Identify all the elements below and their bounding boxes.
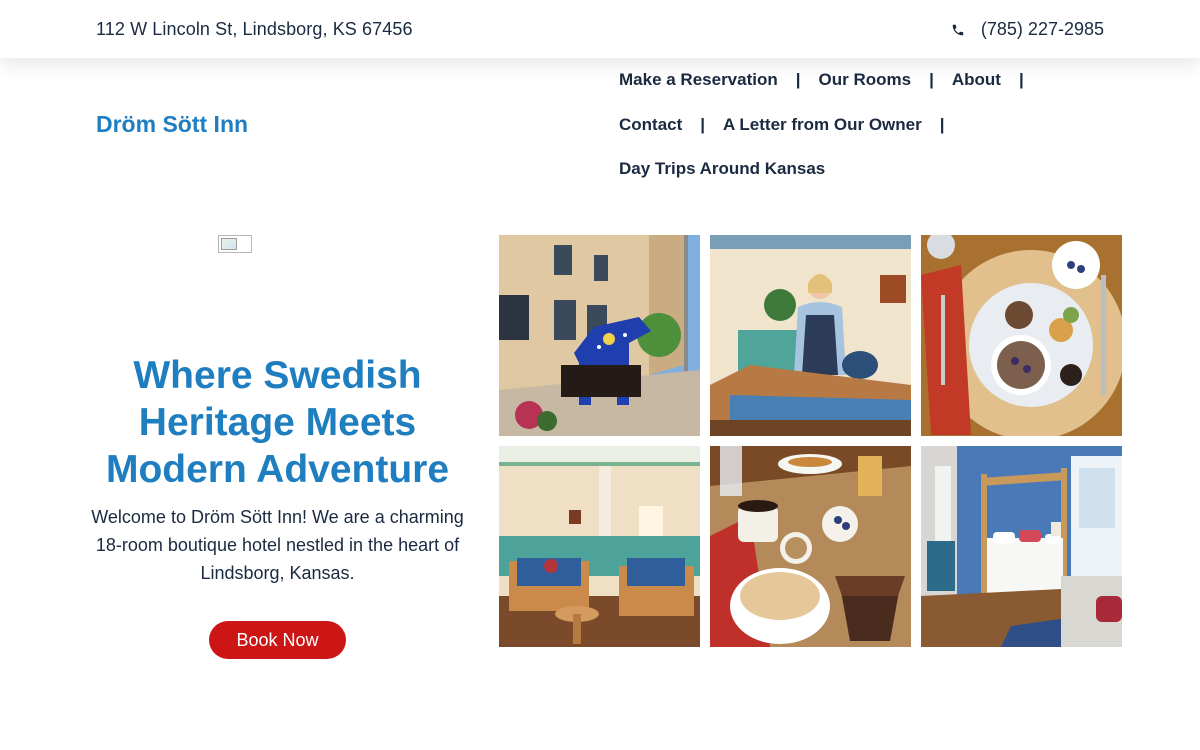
nav-contact[interactable]: Contact: [619, 115, 682, 135]
phone-link[interactable]: (785) 227-2985: [951, 19, 1104, 40]
gallery-photo-lobby[interactable]: [499, 446, 700, 647]
gallery-photo-exterior[interactable]: [499, 235, 700, 436]
nav-make-reservation[interactable]: Make a Reservation: [619, 70, 778, 90]
hero-title: Where Swedish Heritage Meets Modern Adve…: [105, 354, 450, 491]
nav-letter-from-owner[interactable]: A Letter from Our Owner: [723, 115, 922, 135]
address-text: 112 W Lincoln St, Lindsborg, KS 67456: [96, 19, 413, 39]
phone-number: (785) 227-2985: [980, 19, 1104, 39]
gallery-photo-guest-room[interactable]: [921, 446, 1122, 647]
top-contact-bar: 112 W Lincoln St, Lindsborg, KS 67456 (7…: [0, 0, 1200, 58]
nav-separator: |: [795, 70, 801, 89]
nav-day-trips[interactable]: Day Trips Around Kansas: [619, 159, 825, 179]
nav-separator: |: [939, 115, 945, 134]
gallery-photo-breakfast-table[interactable]: [710, 446, 911, 647]
site-logo-link[interactable]: Dröm Sött Inn: [96, 111, 248, 138]
nav-about[interactable]: About: [952, 70, 1001, 90]
phone-icon: [952, 24, 964, 35]
site-header: Dröm Sött Inn Make a Reservation | Our R…: [0, 58, 1200, 200]
nav-row: Day Trips Around Kansas: [619, 158, 825, 180]
book-now-button[interactable]: Book Now: [209, 621, 346, 659]
nav-separator: |: [1018, 70, 1024, 89]
gallery-photo-breakfast-plate[interactable]: [921, 235, 1122, 436]
nav-separator: |: [929, 70, 934, 89]
broken-image-placeholder: [218, 235, 252, 253]
nav-our-rooms[interactable]: Our Rooms: [819, 70, 912, 90]
nav-row: Contact | A Letter from Our Owner |: [619, 114, 962, 136]
gallery-photo-staff-counter[interactable]: [710, 235, 911, 436]
nav-separator: |: [700, 115, 706, 134]
photo-gallery: [499, 235, 1122, 647]
hero-description: Welcome to Dröm Sött Inn! We are a charm…: [91, 507, 464, 583]
nav-row: Make a Reservation | Our Rooms | About |: [619, 69, 1042, 91]
